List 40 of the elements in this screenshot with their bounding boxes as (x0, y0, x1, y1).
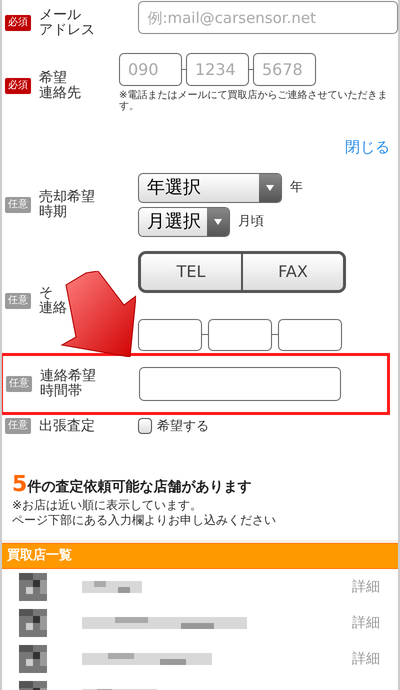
blurred-thumbnail (19, 573, 47, 601)
caret-icon (214, 218, 222, 224)
unit-text: 年 (290, 178, 303, 197)
contact-type-tab[interactable]: TEL (141, 254, 241, 290)
select-dropdown[interactable]: 月選択 (138, 206, 230, 236)
field-label: 希望 連絡先 (39, 71, 82, 101)
blurred-shop-name (82, 581, 142, 593)
optional-badge: 任意 (6, 376, 32, 392)
required-badge: 必須 (5, 15, 31, 31)
blurred-thumbnail (19, 645, 47, 673)
phone-field[interactable] (208, 318, 272, 350)
required-badge: 必須 (5, 78, 31, 94)
summary-note: ページ下部にある入力欄よりお申し込みください (12, 513, 277, 528)
select-dropdown[interactable]: 年選択 (138, 172, 282, 202)
shop-count: 5 (12, 474, 28, 496)
phone-field[interactable] (278, 318, 342, 350)
blurred-thumbnail (19, 609, 47, 637)
field-label: 売却希望 時期 (39, 190, 96, 220)
shop-list-title: 買取店一覧 (7, 546, 72, 566)
checkbox[interactable] (138, 418, 152, 434)
caret-icon (266, 184, 274, 190)
phone-field[interactable]: 1234 (186, 53, 249, 86)
optional-badge: 任意 (5, 196, 31, 212)
field-label: 連絡希望 時間帯 (40, 368, 97, 398)
optional-badge: 任意 (5, 418, 31, 434)
contact-type-tab[interactable]: FAX (241, 254, 343, 290)
optional-badge: 任意 (5, 292, 31, 308)
email-field[interactable]: 例:mail@carsensor.net (138, 1, 398, 34)
time-field[interactable] (139, 366, 341, 400)
note-text: ※電話またはメールにて買取店からご連絡させていただきます。 (119, 90, 388, 112)
field-label: そ 連絡 (39, 286, 68, 316)
checkbox-label: 希望する (157, 418, 209, 436)
summary-heading: 件の査定依頼可能な店舗があります (27, 478, 252, 497)
phone-field[interactable]: 090 (119, 53, 182, 86)
phone-field[interactable] (138, 318, 202, 350)
field-label: 出張査定 (39, 418, 96, 434)
phone-field[interactable]: 5678 (253, 53, 316, 86)
field-label: メール アドレス (39, 8, 96, 38)
summary-note: ※お店は近い順に表示しています。 (12, 498, 204, 513)
unit-text: 月頃 (238, 212, 264, 231)
